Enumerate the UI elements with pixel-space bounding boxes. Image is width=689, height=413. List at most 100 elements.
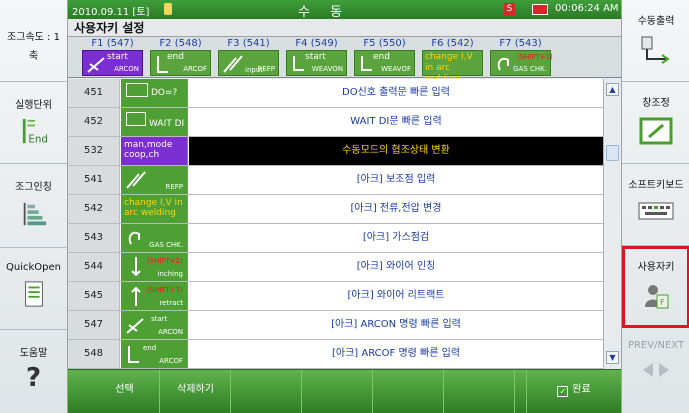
- weavof-icon: end WEAVOF: [354, 50, 415, 76]
- user-key-button[interactable]: 사용자키 F: [622, 246, 689, 328]
- help-label: 도움말: [19, 348, 48, 359]
- left-sidebar: 조그속도 : 1 축 실행단위 End 조그인칭 QuickOpen 도움말 ?: [0, 0, 68, 413]
- soft-keyboard-button[interactable]: 소프트키보드: [622, 164, 689, 246]
- manual-output-button[interactable]: 수동출력: [622, 0, 689, 82]
- prev-next-label: PREV/NEXT: [627, 340, 685, 351]
- done-button[interactable]: ✓ 완료: [526, 370, 621, 413]
- done-label: 완료: [572, 384, 591, 395]
- table-row[interactable]: 542 change I,V in arc welding [아크] 전류,전압…: [68, 195, 603, 224]
- empty-button-3[interactable]: [232, 370, 302, 413]
- row-number: 547: [68, 311, 120, 339]
- status-date: 2010.09.11 [토]: [72, 7, 150, 18]
- svg-text:F: F: [660, 298, 665, 307]
- empty-button-5[interactable]: [374, 370, 444, 413]
- document-icon: [24, 281, 43, 307]
- user-key-table: 451 DO=? DO신호 출력문 빠른 입력 452 WAIT DI WAIT…: [68, 79, 603, 369]
- table-row[interactable]: 548 end ARCOF [아크] ARCOF 명령 빠른 입력: [68, 340, 603, 369]
- table-row[interactable]: 547 start ARCON [아크] ARCON 명령 빠른 입력: [68, 311, 603, 340]
- refp-icon: input REFP: [218, 50, 279, 76]
- arcof-icon: end ARCOF: [150, 50, 211, 76]
- ftab-f2[interactable]: F2 (548) end ARCOF: [147, 37, 214, 77]
- delete-button[interactable]: 삭제하기: [161, 370, 231, 413]
- app-window: 조그속도 : 1 축 실행단위 End 조그인칭 QuickOpen 도움말 ?…: [0, 0, 689, 413]
- scroll-up-arrow-icon[interactable]: ▲: [606, 83, 619, 96]
- ftab-f5[interactable]: F5 (550) end WEAVOF: [351, 37, 418, 77]
- select-label: 선택: [115, 384, 134, 395]
- quickopen-button[interactable]: QuickOpen: [0, 248, 67, 330]
- bar-steps-icon: [23, 202, 46, 226]
- keyboard-icon: [638, 202, 674, 220]
- refp-icon: REFP: [121, 166, 188, 194]
- row-description: DO신호 출력문 빠른 입력: [342, 87, 450, 98]
- scroll-thumb[interactable]: [606, 145, 619, 161]
- page-title: 사용자키 설정: [68, 19, 621, 37]
- table-row[interactable]: 451 DO=? DO신호 출력문 빠른 입력: [68, 79, 603, 108]
- row-number: 532: [68, 137, 120, 165]
- gas-check-icon: (SHIFT+1) GAS CHK.: [490, 50, 553, 76]
- inching-icon: (SHIFT+2) inching: [121, 253, 188, 281]
- ftab-f7[interactable]: F7 (543) (SHIFT+1) GAS CHK.: [487, 37, 554, 77]
- table-row[interactable]: 543 GAS CHK. [아크] 가스점검: [68, 224, 603, 253]
- window-adjust-label: 창조정: [642, 98, 670, 109]
- end-icon: End: [22, 118, 47, 145]
- select-button[interactable]: 선택: [90, 370, 160, 413]
- row-description: WAIT DI문 빠른 입력: [350, 116, 442, 127]
- axis-label: 축: [28, 51, 39, 62]
- retract-icon: (SHIFT+3) retract: [121, 282, 188, 310]
- row-description: [아크] 와이어 리트랙트: [347, 290, 445, 301]
- question-icon: ?: [25, 363, 42, 393]
- table-row[interactable]: 544 (SHIFT+2) inching [아크] 와이어 인칭: [68, 253, 603, 282]
- exec-unit-button[interactable]: 실행단위 End: [0, 82, 67, 164]
- ftab-label: F5 (550): [363, 38, 406, 49]
- delete-label: 삭제하기: [177, 384, 214, 395]
- jog-speed-button[interactable]: 조그속도 : 1 축: [0, 0, 67, 82]
- ftab-f1[interactable]: F1 (547) start ARCON: [79, 37, 146, 77]
- table-row[interactable]: 541 REFP [아크] 보조점 입력: [68, 166, 603, 195]
- user-key-icon: F: [645, 285, 669, 309]
- function-key-bar: F1 (547) start ARCON F2 (548) end ARCOF …: [68, 37, 621, 84]
- arcon-icon: start ARCON: [121, 311, 188, 339]
- scroll-down-arrow-icon[interactable]: ▼: [606, 351, 619, 364]
- ftab-f6[interactable]: F6 (542) change I,V in arc welding: [419, 37, 486, 84]
- ftab-label: F7 (543): [499, 38, 542, 49]
- prev-next-button[interactable]: PREV/NEXT: [622, 328, 689, 413]
- output-arrow-icon: [641, 36, 670, 64]
- row-number: 544: [68, 253, 120, 281]
- row-description: [아크] ARCOF 명령 빠른 입력: [331, 348, 460, 359]
- ftab-label: F1 (547): [91, 38, 134, 49]
- soft-keyboard-label: 소프트키보드: [628, 180, 684, 191]
- gas-check-icon: GAS CHK.: [121, 224, 188, 252]
- status-bar: 2010.09.11 [토] 수 동 S 00:06:24 AM: [68, 0, 621, 20]
- mode-label: 수 동: [298, 5, 351, 20]
- row-number: 451: [68, 79, 120, 107]
- help-button[interactable]: 도움말 ?: [0, 330, 67, 413]
- change-iv-icon: change I,V in arc welding: [422, 50, 483, 84]
- row-description: [아크] ARCON 명령 빠른 입력: [331, 319, 461, 330]
- user-key-label: 사용자키: [637, 262, 675, 273]
- row-number: 542: [68, 195, 120, 223]
- servo-badge: S: [504, 3, 515, 16]
- change-iv-icon: change I,V in arc welding: [121, 195, 188, 223]
- battery-icon: [532, 4, 548, 15]
- window-adjust-button[interactable]: 창조정: [622, 82, 689, 164]
- row-number: 545: [68, 282, 120, 310]
- row-description: [아크] 와이어 인칭: [356, 261, 436, 272]
- empty-button-6[interactable]: [445, 370, 515, 413]
- row-description: [아크] 보조점 입력: [356, 174, 436, 185]
- row-description: 수동모드의 협조상태 변환: [189, 137, 603, 165]
- quickopen-label: QuickOpen: [6, 262, 61, 273]
- ftab-f3[interactable]: F3 (541) input REFP: [215, 37, 282, 77]
- right-sidebar: 수동출력 창조정 소프트키보드 사용자키 F PREV/NEXT: [621, 0, 689, 413]
- table-scrollbar[interactable]: ▲ ▼: [603, 79, 621, 369]
- jog-inching-button[interactable]: 조그인칭: [0, 164, 67, 248]
- table-row[interactable]: 545 (SHIFT+3) retract [아크] 와이어 리트랙트: [68, 282, 603, 311]
- weavon-icon: start WEAVON: [286, 50, 347, 76]
- ftab-f4[interactable]: F4 (549) start WEAVON: [283, 37, 350, 77]
- do-output-icon: DO=?: [121, 79, 188, 107]
- row-number: 543: [68, 224, 120, 252]
- ftab-label: F4 (549): [295, 38, 338, 49]
- empty-button-4[interactable]: [303, 370, 373, 413]
- jog-speed-label: 조그속도 : 1: [7, 32, 60, 43]
- table-row[interactable]: 452 WAIT DI WAIT DI문 빠른 입력: [68, 108, 603, 137]
- table-row-selected[interactable]: 532 man,mode coop,ch 수동모드의 협조상태 변환: [68, 137, 603, 166]
